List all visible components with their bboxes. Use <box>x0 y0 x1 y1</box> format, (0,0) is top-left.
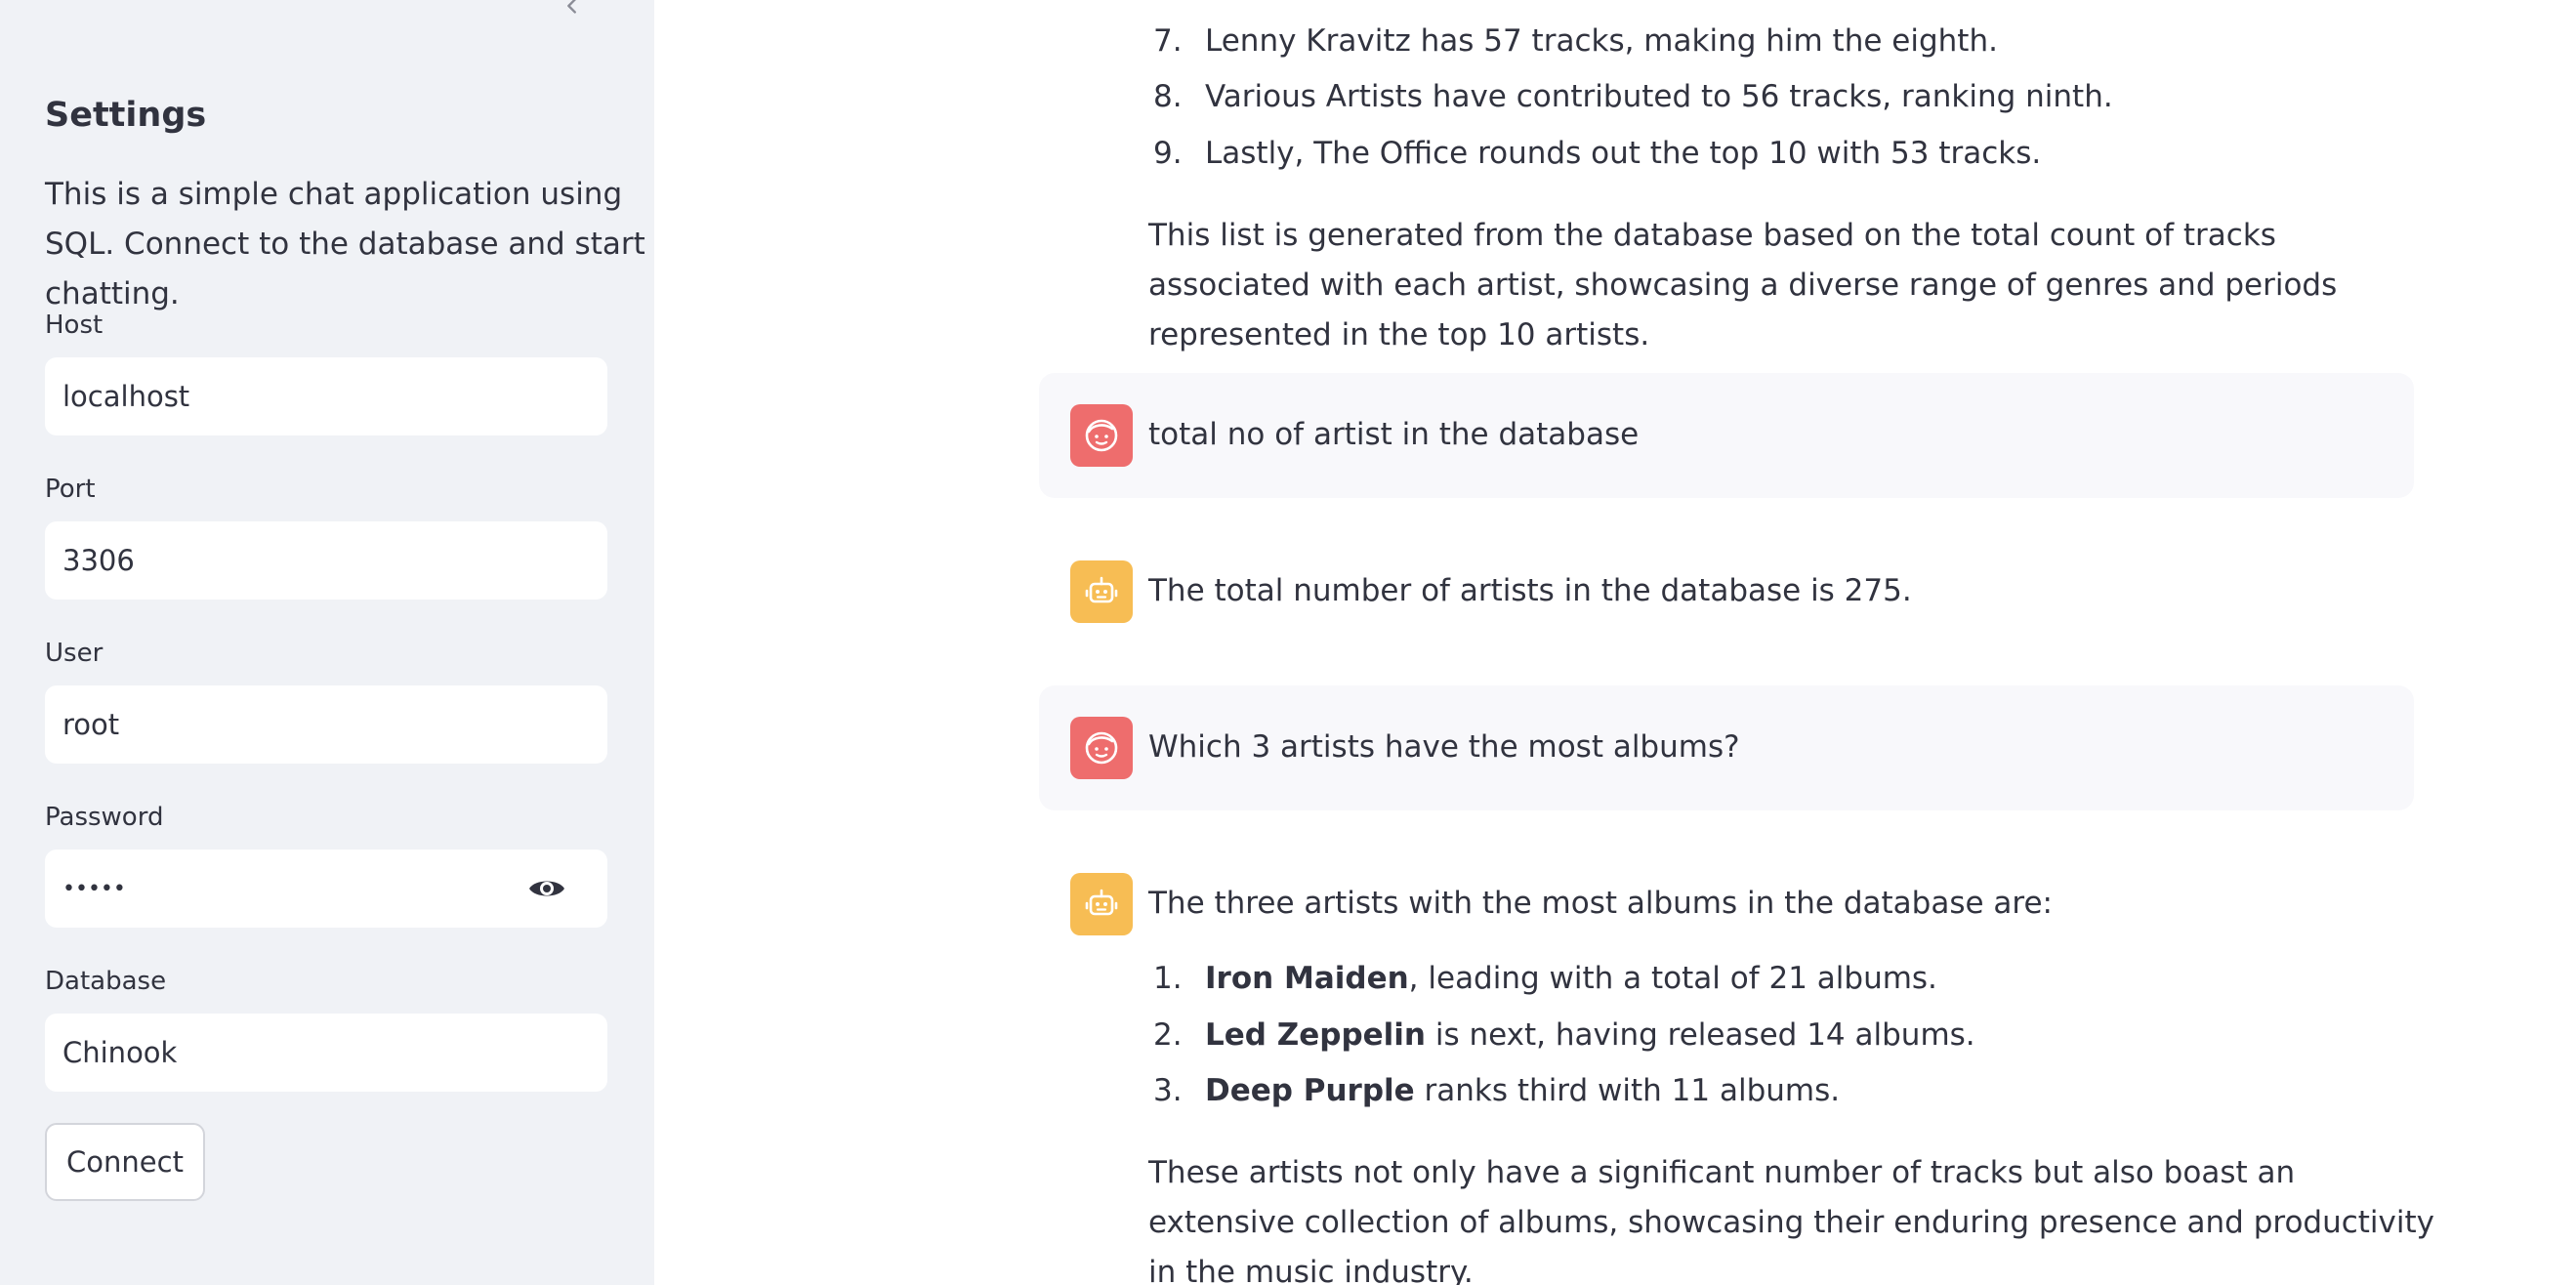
list-text: Lenny Kravitz has 57 tracks, making him … <box>1205 23 1998 59</box>
user-avatar <box>1070 717 1133 779</box>
user-message-text: total no of artist in the database <box>1148 417 1640 452</box>
artist-name: Deep Purple <box>1205 1073 1415 1108</box>
list-text: Led Zeppelin is next, having released 14… <box>1205 1011 1975 1060</box>
user-face-icon <box>1085 419 1118 452</box>
list-number: 1. <box>1153 961 1183 996</box>
chat-area: 7. Lenny Kravitz has 57 tracks, making h… <box>0 0 2576 1285</box>
robot-icon <box>1085 889 1118 916</box>
list-number: 2. <box>1153 1017 1183 1053</box>
list-text: Lastly, The Office rounds out the top 10… <box>1205 136 2042 171</box>
user-message-text: Which 3 artists have the most albums? <box>1148 729 1740 765</box>
user-face-icon <box>1085 731 1118 765</box>
bot-message-text: The three artists with the most albums i… <box>1148 886 2054 921</box>
bot-avatar <box>1070 873 1133 935</box>
user-avatar <box>1070 404 1133 467</box>
artist-detail: is next, having released 14 albums. <box>1426 1017 1975 1053</box>
list-number: 3. <box>1153 1073 1183 1108</box>
artist-name: Iron Maiden <box>1205 961 1409 996</box>
robot-icon <box>1085 576 1118 603</box>
list-number: 8. <box>1153 79 1183 114</box>
list-text: Various Artists have contributed to 56 t… <box>1205 79 2113 114</box>
list-number: 7. <box>1153 23 1183 59</box>
bot-message-text: The total number of artists in the datab… <box>1148 573 1912 608</box>
list-number: 9. <box>1153 136 1183 171</box>
list-text: Iron Maiden, leading with a total of 21 … <box>1205 954 1937 1004</box>
artist-name: Led Zeppelin <box>1205 1017 1426 1053</box>
bot-avatar <box>1070 560 1133 623</box>
bot-paragraph: This list is generated from the database… <box>1148 218 2338 352</box>
artist-detail: ranks third with 11 albums. <box>1414 1073 1841 1108</box>
artist-detail: , leading with a total of 21 albums. <box>1408 961 1937 996</box>
bot-paragraph: These artists not only have a significan… <box>1148 1155 2435 1285</box>
list-text: Deep Purple ranks third with 11 albums. <box>1205 1066 1840 1116</box>
